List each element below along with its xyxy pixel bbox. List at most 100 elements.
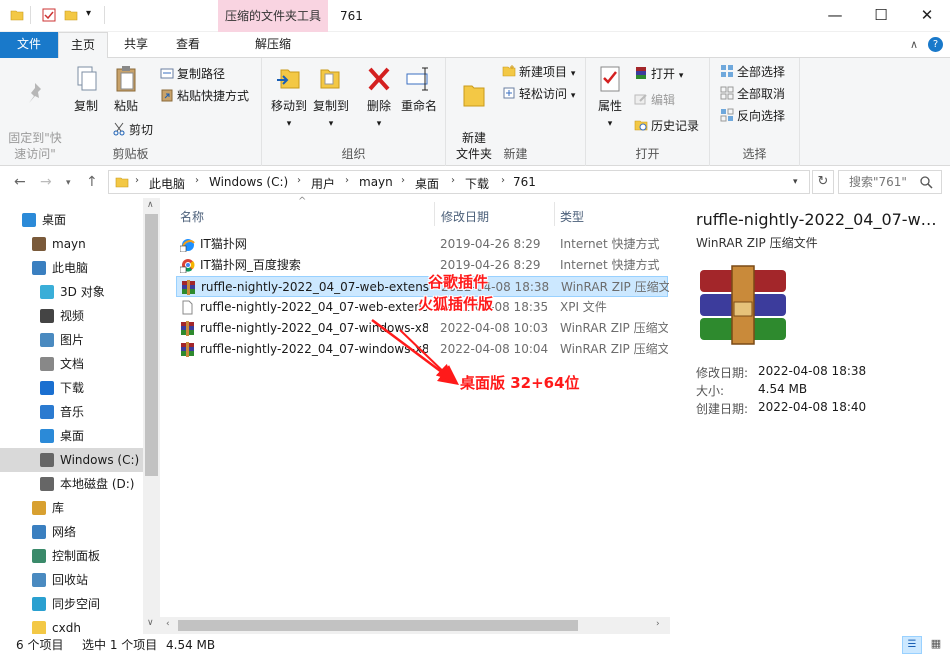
copy-to-button[interactable]: 复制到 ▾ bbox=[308, 64, 354, 132]
breadcrumb-separator-icon: › bbox=[345, 175, 349, 186]
nav-item-4[interactable]: 视频 bbox=[0, 304, 143, 328]
forward-icon[interactable]: → bbox=[40, 174, 52, 190]
tab-home[interactable]: 主页 bbox=[58, 32, 108, 59]
nav-item-13[interactable]: 网络 bbox=[0, 520, 143, 544]
new-item-button[interactable]: 新建项目 ▾ bbox=[502, 64, 575, 82]
recent-locations-icon[interactable]: ▾ bbox=[66, 178, 71, 188]
select-all-button[interactable]: 全部选择 bbox=[720, 64, 785, 80]
invert-selection-button[interactable]: 反向选择 bbox=[720, 108, 785, 124]
nav-scroll-thumb[interactable] bbox=[145, 214, 158, 476]
delete-button[interactable]: 删除 ▾ bbox=[362, 64, 396, 132]
column-header-date[interactable]: 修改日期 bbox=[441, 208, 489, 225]
nav-item-label: 桌面 bbox=[42, 213, 67, 227]
breadcrumb-this-pc[interactable]: 此电脑 bbox=[149, 175, 185, 192]
copy-path-button[interactable]: 复制路径 bbox=[160, 66, 225, 82]
nav-item-2[interactable]: 此电脑 bbox=[0, 256, 143, 280]
scroll-up-icon[interactable]: ∧ bbox=[147, 200, 154, 210]
horizontal-scroll-thumb[interactable] bbox=[178, 620, 578, 631]
breadcrumb-mayn[interactable]: mayn bbox=[359, 175, 393, 189]
breadcrumb-users[interactable]: 用户 bbox=[311, 175, 335, 192]
group-select: 全部选择 全部取消 反向选择 选择 bbox=[710, 58, 800, 166]
horizontal-scrollbar[interactable]: ‹ › bbox=[160, 617, 670, 634]
move-to-button[interactable]: 移动到 ▾ bbox=[266, 64, 312, 132]
cut-button[interactable]: 剪切 bbox=[112, 122, 153, 138]
paste-shortcut-button[interactable]: 粘贴快捷方式 bbox=[160, 88, 249, 104]
column-header-name[interactable]: 名称 bbox=[180, 208, 204, 225]
file-type: WinRAR ZIP 压缩文件 bbox=[560, 321, 668, 335]
maximize-button[interactable]: ☐ bbox=[858, 0, 904, 32]
breadcrumb-desktop[interactable]: 桌面 bbox=[415, 175, 439, 192]
scroll-right-icon[interactable]: › bbox=[656, 619, 660, 629]
item-count: 6 个项目 bbox=[16, 638, 64, 652]
tab-extract[interactable]: 解压缩 bbox=[218, 32, 328, 58]
column-header-type[interactable]: 类型 bbox=[560, 208, 584, 225]
nav-item-12[interactable]: 库 bbox=[0, 496, 143, 520]
large-icons-view-icon[interactable]: ▦ bbox=[926, 636, 946, 654]
file-row[interactable]: ruffle-nightly-2022_04_07-windows-x86_64… bbox=[176, 339, 668, 360]
nav-item-14[interactable]: 控制面板 bbox=[0, 544, 143, 568]
properties-icon bbox=[600, 66, 620, 92]
nav-item-10[interactable]: Windows (C:) bbox=[0, 448, 143, 472]
drive-icon bbox=[40, 453, 54, 467]
address-dropdown-icon[interactable]: ▾ bbox=[793, 177, 798, 187]
select-all-icon bbox=[721, 65, 733, 77]
new-folder-icon[interactable] bbox=[64, 8, 78, 22]
select-none-icon bbox=[720, 86, 734, 100]
group-label-new: 新建 bbox=[503, 147, 528, 161]
help-icon[interactable]: ? bbox=[928, 37, 943, 52]
easy-access-button[interactable]: 轻松访问 ▾ bbox=[502, 86, 575, 104]
nav-item-16[interactable]: 同步空间 bbox=[0, 592, 143, 616]
copy-button[interactable]: 复制 bbox=[68, 64, 104, 114]
scroll-down-icon[interactable]: ∨ bbox=[147, 618, 154, 628]
refresh-icon[interactable]: ↻ bbox=[812, 170, 834, 194]
breadcrumb-761[interactable]: 761 bbox=[513, 175, 536, 189]
file-row[interactable]: IT猫扑网 2019-04-26 8:29 Internet 快捷方式 bbox=[176, 234, 668, 255]
tab-share[interactable]: 共享 bbox=[112, 32, 160, 58]
rename-button[interactable]: 重命名 bbox=[398, 64, 440, 114]
winrar-icon bbox=[180, 342, 195, 357]
nav-item-0[interactable]: 桌面 bbox=[0, 208, 143, 232]
compressed-folder-tools-tab[interactable]: 压缩的文件夹工具 bbox=[218, 0, 328, 32]
properties-icon[interactable] bbox=[42, 8, 56, 22]
nav-item-label: 视频 bbox=[60, 309, 85, 323]
file-list: ^ 名称 修改日期 类型 IT猫扑网 2019-04-26 8:29 Interne… bbox=[160, 196, 670, 634]
edit-button[interactable]: 编辑 bbox=[634, 92, 675, 108]
breadcrumb-windows-c[interactable]: Windows (C:) bbox=[209, 175, 288, 189]
nav-item-1[interactable]: mayn bbox=[0, 232, 143, 256]
minimize-button[interactable]: — bbox=[812, 0, 858, 32]
paste-button[interactable]: 粘贴 bbox=[108, 64, 144, 114]
nav-item-9[interactable]: 桌面 bbox=[0, 424, 143, 448]
nav-scrollbar[interactable]: ∧ ∨ bbox=[143, 198, 160, 634]
up-icon[interactable]: ↑ bbox=[86, 174, 98, 190]
nav-item-11[interactable]: 本地磁盘 (D:) bbox=[0, 472, 143, 496]
close-button[interactable]: ✕ bbox=[904, 0, 950, 32]
download-icon bbox=[40, 381, 54, 395]
qat-dropdown-icon[interactable]: ▾ bbox=[86, 8, 91, 19]
details-view-icon[interactable]: ☰ bbox=[902, 636, 922, 654]
address-bar[interactable]: › 此电脑 › Windows (C:) › 用户 › mayn › 桌面 › … bbox=[108, 170, 810, 194]
nav-item-15[interactable]: 回收站 bbox=[0, 568, 143, 592]
breadcrumb-downloads[interactable]: 下载 bbox=[465, 175, 489, 192]
properties-button[interactable]: 属性 ▾ bbox=[592, 64, 628, 132]
back-icon[interactable]: ← bbox=[14, 174, 26, 190]
history-icon bbox=[634, 120, 648, 131]
nav-item-label: 回收站 bbox=[52, 573, 89, 587]
file-row[interactable]: ruffle-nightly-2022_04_07-windows-x86_32… bbox=[176, 318, 668, 339]
ribbon: 固定到"快 速访问" 复制 粘贴 复制路径 粘贴快捷方式 剪切 剪贴板 移动到 ▾… bbox=[0, 58, 950, 166]
open-button[interactable]: 打开 ▾ bbox=[634, 66, 683, 84]
tab-view[interactable]: 查看 bbox=[164, 32, 212, 58]
nav-item-7[interactable]: 下载 bbox=[0, 376, 143, 400]
nav-item-5[interactable]: 图片 bbox=[0, 328, 143, 352]
file-date: 2019-04-26 8:29 bbox=[440, 237, 541, 251]
nav-item-6[interactable]: 文档 bbox=[0, 352, 143, 376]
scroll-left-icon[interactable]: ‹ bbox=[166, 619, 170, 629]
history-button[interactable]: 历史记录 bbox=[634, 118, 699, 134]
nav-item-8[interactable]: 音乐 bbox=[0, 400, 143, 424]
tab-file[interactable]: 文件 bbox=[0, 32, 58, 58]
collapse-ribbon-icon[interactable]: ∧ bbox=[910, 38, 918, 51]
column-divider[interactable] bbox=[554, 202, 555, 226]
column-divider[interactable] bbox=[434, 202, 435, 226]
file-row[interactable]: IT猫扑网_百度搜索 2019-04-26 8:29 Internet 快捷方式 bbox=[176, 255, 668, 276]
select-none-button[interactable]: 全部取消 bbox=[720, 86, 785, 102]
nav-item-3[interactable]: 3D 对象 bbox=[0, 280, 143, 304]
